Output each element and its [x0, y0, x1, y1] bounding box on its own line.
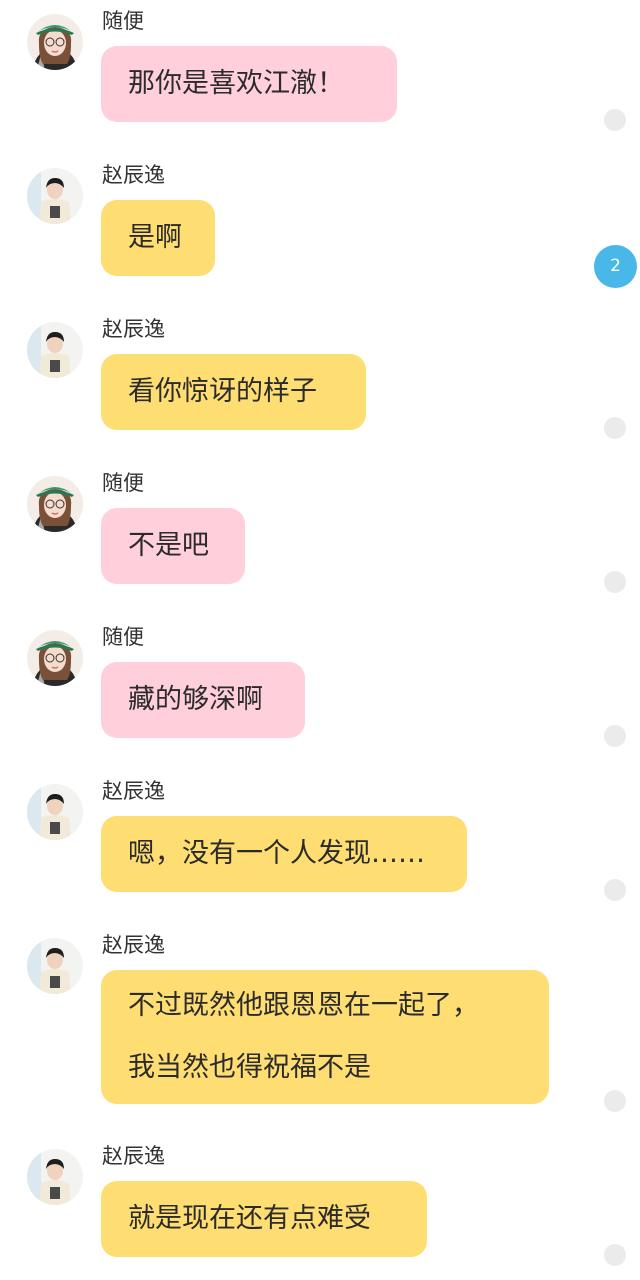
status-dot	[604, 1090, 626, 1112]
status-dot	[604, 879, 626, 901]
message-text: 就是现在还有点难受	[128, 1203, 371, 1234]
boy-avatar-icon[interactable]	[27, 1149, 83, 1205]
message-bubble[interactable]: 藏的够深啊	[101, 662, 305, 738]
unread-badge[interactable]: 2	[594, 245, 637, 288]
message-text: 不过既然他跟恩恩在一起了，	[128, 990, 479, 1021]
message-bubble[interactable]: 不过既然他跟恩恩在一起了， 我当然也得祝福不是	[101, 970, 549, 1104]
girl-avatar-icon[interactable]	[27, 476, 83, 532]
status-dot	[604, 1244, 626, 1266]
boy-avatar-icon[interactable]	[27, 322, 83, 378]
message-bubble[interactable]: 那你是喜欢江澈！	[101, 46, 397, 122]
message-text: 看你惊讶的样子	[128, 376, 317, 407]
message-text: 是啊	[128, 222, 182, 253]
sender-name: 赵辰逸	[102, 779, 165, 803]
girl-avatar-icon[interactable]	[27, 630, 83, 686]
status-dot	[604, 109, 626, 131]
message-bubble[interactable]: 是啊	[101, 200, 215, 276]
sender-name: 随便	[102, 625, 144, 649]
sender-name: 随便	[102, 471, 144, 495]
message-bubble[interactable]: 就是现在还有点难受	[101, 1181, 427, 1257]
message-bubble[interactable]: 不是吧	[101, 508, 245, 584]
message-text: 那你是喜欢江澈！	[128, 68, 344, 99]
message-bubble[interactable]: 看你惊讶的样子	[101, 354, 366, 430]
message-text: 我当然也得祝福不是	[128, 1052, 371, 1083]
boy-avatar-icon[interactable]	[27, 784, 83, 840]
sender-name: 随便	[102, 9, 144, 33]
status-dot	[604, 725, 626, 747]
girl-avatar-icon[interactable]	[27, 14, 83, 70]
message-bubble[interactable]: 嗯，没有一个人发现……	[101, 816, 467, 892]
boy-avatar-icon[interactable]	[27, 938, 83, 994]
status-dot	[604, 571, 626, 593]
sender-name: 赵辰逸	[102, 163, 165, 187]
chat-screen: 随便 那你是喜欢江澈！ 赵辰逸 是啊 2 赵辰逸 看你惊讶的样子 随便 不是吧 …	[0, 0, 640, 1280]
boy-avatar-icon[interactable]	[27, 168, 83, 224]
message-text: 不是吧	[128, 530, 209, 561]
status-dot	[604, 417, 626, 439]
sender-name: 赵辰逸	[102, 1144, 165, 1168]
sender-name: 赵辰逸	[102, 317, 165, 341]
sender-name: 赵辰逸	[102, 933, 165, 957]
message-text: 藏的够深啊	[128, 684, 263, 715]
message-text: 嗯，没有一个人发现……	[128, 838, 425, 869]
